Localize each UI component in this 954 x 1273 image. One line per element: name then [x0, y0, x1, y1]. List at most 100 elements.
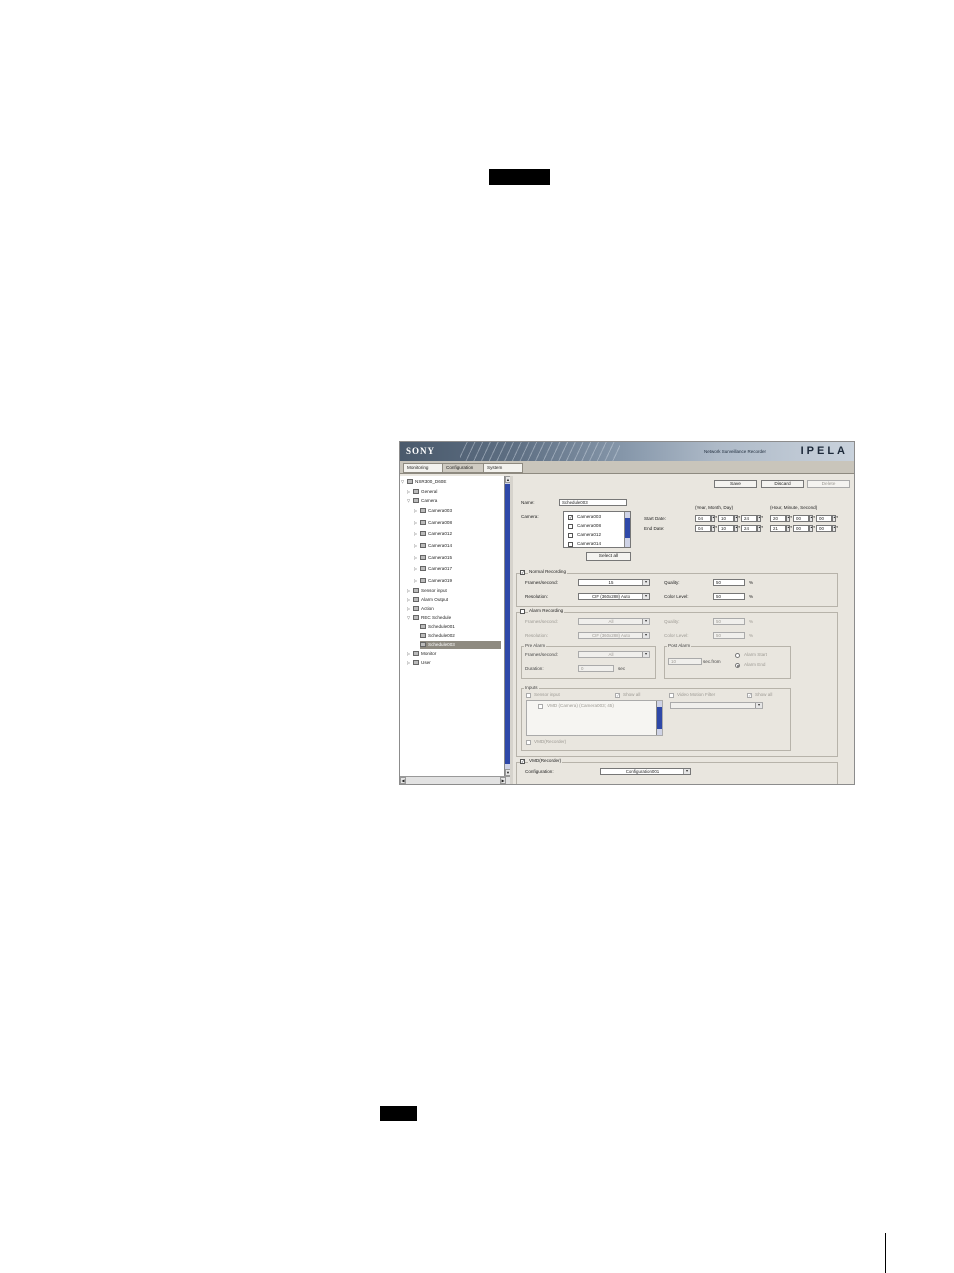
alarm-res-select[interactable]: CIF (360x288) Auto ▼: [578, 632, 650, 639]
alarm-color-input[interactable]: 50: [713, 632, 745, 639]
end-day-input[interactable]: 24: [741, 525, 757, 532]
show-all-1-checkbox[interactable]: ✓: [615, 693, 620, 698]
normal-res-select[interactable]: CIF (360x288) Auto ▼: [578, 593, 650, 600]
alarm-res-label: Resolution:: [525, 633, 548, 638]
scroll-thumb[interactable]: [657, 707, 662, 729]
spin-icon[interactable]: ▲▼: [757, 515, 764, 522]
tree-item-monitor[interactable]: ▷ Monitor: [407, 650, 436, 658]
tree-item-rec-schedule[interactable]: ▽ REC Schedule: [407, 614, 451, 622]
camera012-checkbox[interactable]: [568, 533, 573, 538]
normal-quality-input[interactable]: 50: [713, 579, 745, 586]
tab-configuration[interactable]: Configuration: [442, 463, 484, 473]
tree-item-camera014[interactable]: ▷ Camera014: [414, 542, 452, 550]
tree-item-user[interactable]: ▷ User: [407, 659, 431, 667]
tree-label: Schedule001: [428, 624, 455, 629]
end-year-input[interactable]: 04: [695, 525, 711, 532]
sensor-input-listbox[interactable]: VMD (Camera) (Camera003; 45): [526, 700, 663, 736]
end-month-input[interactable]: 10: [718, 525, 734, 532]
spin-icon[interactable]: ▲▼: [757, 525, 764, 532]
tree-item-camera008[interactable]: ▷ Camera008: [414, 519, 452, 527]
vmd-recorder-input-checkbox[interactable]: [526, 740, 531, 745]
percent-label: %: [749, 619, 754, 624]
tree-item-schedule002[interactable]: Schedule002: [420, 632, 455, 640]
chevron-down-icon[interactable]: ▼: [642, 652, 649, 657]
post-alarm-input[interactable]: 10: [668, 658, 702, 665]
normal-color-input[interactable]: 50: [713, 593, 745, 600]
vmf-checkbox[interactable]: [669, 693, 674, 698]
spin-icon[interactable]: ▲▼: [809, 515, 816, 522]
alarm-end-radio[interactable]: [735, 663, 740, 668]
tree-horizontal-scrollbar[interactable]: ◀ ▶: [400, 776, 510, 784]
start-hour-input[interactable]: 20: [770, 515, 786, 522]
sensor-list-scrollbar[interactable]: [656, 701, 662, 735]
sensor-input-checkbox[interactable]: [526, 693, 531, 698]
show-all-2-checkbox[interactable]: ✓: [747, 693, 752, 698]
tree-item-camera003[interactable]: ▷ Camera003: [414, 507, 452, 515]
scroll-right-icon[interactable]: ▶: [500, 777, 506, 784]
spin-icon[interactable]: ▲▼: [832, 515, 839, 522]
alarm-quality-input[interactable]: 50: [713, 618, 745, 625]
camera-list-scrollbar[interactable]: [624, 512, 630, 547]
tab-system[interactable]: System: [483, 463, 523, 473]
spin-icon[interactable]: ▲▼: [711, 515, 718, 522]
spin-icon[interactable]: ▲▼: [734, 515, 741, 522]
tree-label: Camera015: [428, 555, 453, 560]
spin-icon[interactable]: ▲▼: [786, 515, 793, 522]
tree-item-camera[interactable]: ▽ Camera: [407, 497, 437, 505]
tree-item-camera019[interactable]: ▷ Camera019: [414, 577, 452, 585]
tree-item-camera017[interactable]: ▷ Camera017: [414, 565, 452, 573]
discard-button[interactable]: Discard: [761, 480, 804, 488]
end-minute-input[interactable]: 00: [793, 525, 809, 532]
chevron-down-icon[interactable]: ▼: [683, 769, 690, 774]
alarm-color-label: Color Level:: [664, 633, 689, 638]
vmf-select[interactable]: ▼: [670, 702, 763, 709]
tab-monitoring[interactable]: Monitoring: [403, 463, 443, 473]
camera014-checkbox[interactable]: [568, 542, 573, 547]
duration-input[interactable]: 0: [578, 665, 614, 672]
scroll-left-icon[interactable]: ◀: [400, 777, 406, 784]
normal-recording-checkbox[interactable]: ✓: [520, 570, 525, 575]
alarm-start-radio[interactable]: [735, 653, 740, 658]
name-input[interactable]: Schedule003: [559, 499, 627, 506]
start-day-input[interactable]: 24: [741, 515, 757, 522]
select-all-button[interactable]: Select all: [586, 552, 631, 561]
scroll-thumb[interactable]: [625, 518, 630, 538]
alarm-fps-select[interactable]: All ▼: [578, 618, 650, 625]
tree-item-camera015[interactable]: ▷ Camera015: [414, 554, 452, 562]
tree-item-schedule003[interactable]: Schedule003: [420, 641, 501, 649]
save-button[interactable]: Save: [714, 480, 757, 488]
vmd-recorder-checkbox[interactable]: ✓: [520, 759, 525, 764]
normal-fps-select[interactable]: 15 ▼: [578, 579, 650, 586]
chevron-down-icon[interactable]: ▼: [642, 580, 649, 585]
vmd-camera-checkbox[interactable]: [538, 704, 543, 709]
camera-listbox[interactable]: ✓ Camera003 Camera008 Camera012 Camera01…: [563, 511, 631, 548]
spin-icon[interactable]: ▲▼: [832, 525, 839, 532]
end-hour-input[interactable]: 21: [770, 525, 786, 532]
chevron-down-icon[interactable]: ▼: [642, 633, 649, 638]
start-year-input[interactable]: 04: [695, 515, 711, 522]
tree-root[interactable]: ▽ NSR300_D60E: [401, 478, 446, 486]
tree-item-action[interactable]: ▷ Action: [407, 605, 434, 613]
chevron-down-icon[interactable]: ▼: [755, 703, 762, 708]
tree-item-camera012[interactable]: ▷ Camera012: [414, 530, 452, 538]
spin-icon[interactable]: ▲▼: [711, 525, 718, 532]
chevron-down-icon[interactable]: ▼: [642, 594, 649, 599]
camera003-checkbox[interactable]: ✓: [568, 515, 573, 520]
tree-item-sensor-input[interactable]: ▷ Sensor input: [407, 587, 447, 595]
delete-button[interactable]: Delete: [807, 480, 850, 488]
tree-item-general[interactable]: ▷ General: [407, 488, 437, 496]
tree-item-schedule001[interactable]: Schedule001: [420, 623, 455, 631]
configuration-select[interactable]: Configuration001 ▼: [600, 768, 691, 775]
spin-icon[interactable]: ▲▼: [809, 525, 816, 532]
chevron-down-icon[interactable]: ▼: [642, 619, 649, 624]
alarm-recording-checkbox[interactable]: [520, 609, 525, 614]
start-second-input[interactable]: 00: [816, 515, 832, 522]
start-minute-input[interactable]: 00: [793, 515, 809, 522]
spin-icon[interactable]: ▲▼: [786, 525, 793, 532]
tree-item-alarm-output[interactable]: ▷ Alarm Output: [407, 596, 448, 604]
camera008-checkbox[interactable]: [568, 524, 573, 529]
spin-icon[interactable]: ▲▼: [734, 525, 741, 532]
end-second-input[interactable]: 00: [816, 525, 832, 532]
pre-fps-select[interactable]: All ▼: [578, 651, 650, 658]
start-month-input[interactable]: 10: [718, 515, 734, 522]
